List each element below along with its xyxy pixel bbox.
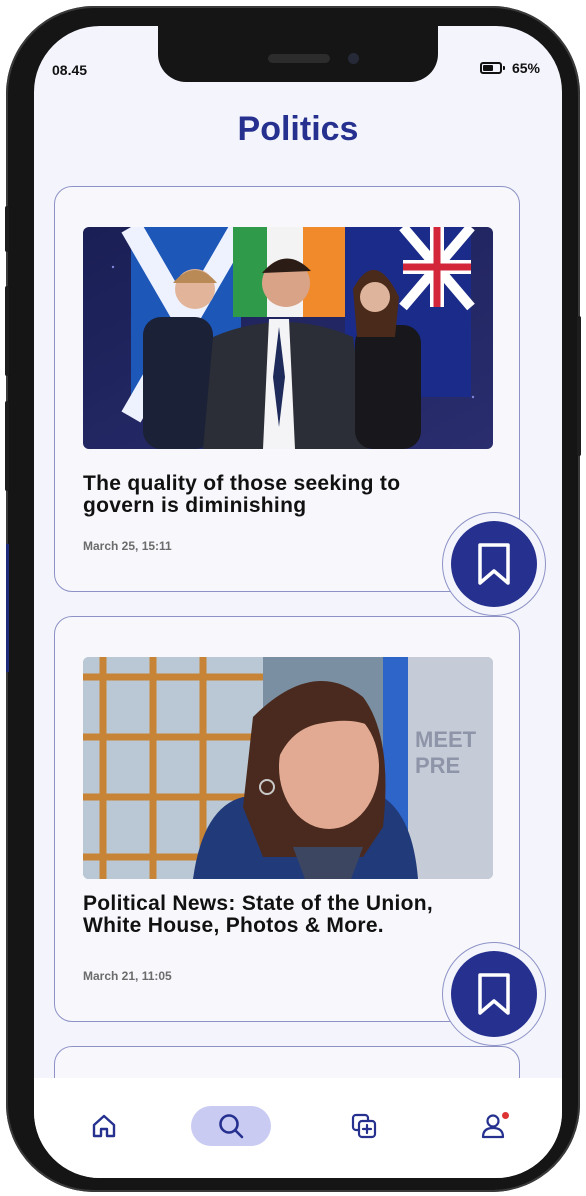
add-post-icon <box>351 1113 377 1139</box>
bookmark-icon <box>478 973 510 1015</box>
battery-icon <box>479 62 505 74</box>
article-card[interactable]: MEET PRE Political News: State of the Un… <box>54 616 520 1022</box>
mute-switch <box>5 206 9 252</box>
article-title[interactable]: The quality of those seeking to govern i… <box>83 473 463 517</box>
search-icon <box>219 1114 244 1139</box>
battery-percent: 65% <box>511 60 540 76</box>
speaker <box>268 54 330 63</box>
svg-text:MEET: MEET <box>415 727 477 752</box>
bookmark-button[interactable] <box>451 951 537 1037</box>
bookmark-icon <box>478 543 510 585</box>
status-time: 08.45 <box>52 62 88 78</box>
power-button <box>577 316 581 456</box>
nav-profile[interactable] <box>474 1106 514 1146</box>
notification-dot <box>502 1112 509 1119</box>
phone-frame: 08.45 65% Politics The quality of those … <box>5 6 581 1192</box>
article-title[interactable]: Political News: State of the Union, Whit… <box>83 893 463 937</box>
article-image-politicians[interactable] <box>83 227 493 449</box>
nav-search[interactable] <box>191 1106 271 1146</box>
volume-down-button <box>5 401 9 491</box>
volume-up-button <box>5 286 9 376</box>
screen: 08.45 65% Politics The quality of those … <box>34 26 562 1178</box>
front-camera <box>348 53 359 64</box>
nav-add[interactable] <box>344 1106 384 1146</box>
notch <box>158 26 438 82</box>
article-card[interactable]: The quality of those seeking to govern i… <box>54 186 520 592</box>
bookmark-button[interactable] <box>451 521 537 607</box>
article-image-speaker[interactable]: MEET PRE <box>83 657 493 879</box>
svg-text:PRE: PRE <box>415 753 460 778</box>
nav-home[interactable] <box>84 1106 124 1146</box>
status-right: 65% <box>479 60 540 76</box>
side-accent <box>6 544 9 672</box>
home-icon <box>92 1114 116 1138</box>
bottom-navigation <box>34 1078 562 1178</box>
article-date: March 21, 11:05 <box>83 969 172 983</box>
page-title: Politics <box>237 110 359 148</box>
article-date: March 25, 15:11 <box>83 539 172 553</box>
